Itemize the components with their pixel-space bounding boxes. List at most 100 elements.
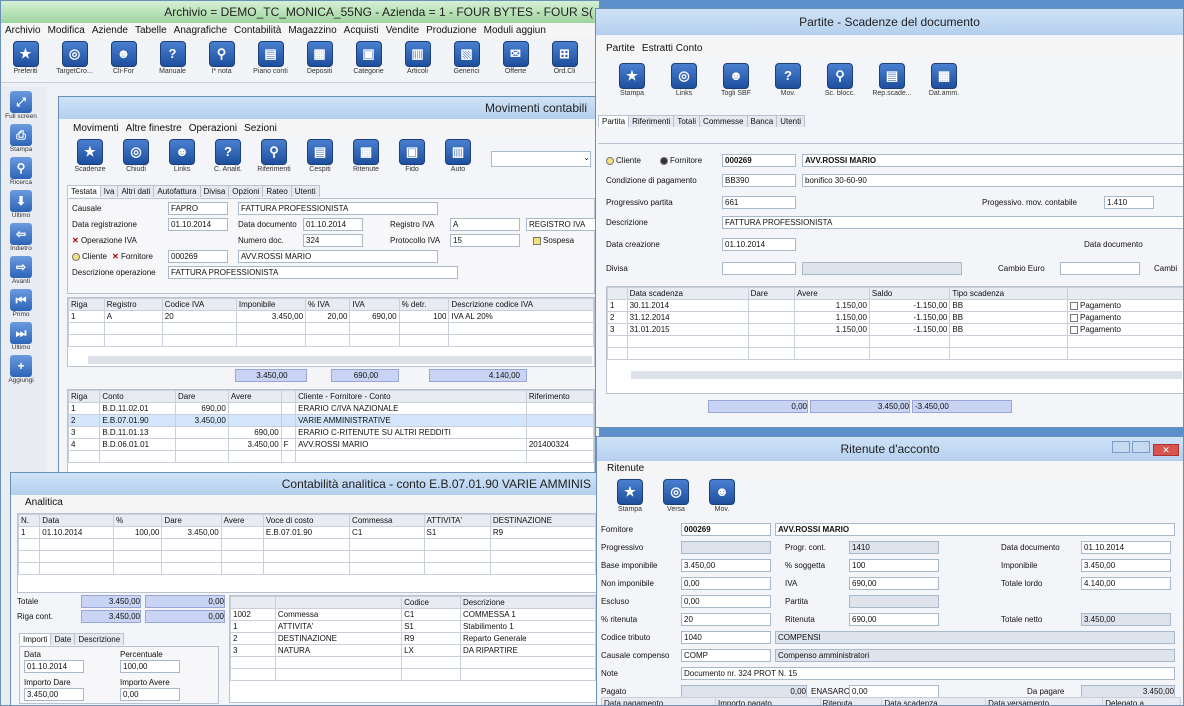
- side-button[interactable]: ⬇ Ultimo: [1, 190, 41, 219]
- analitica-menu[interactable]: Analitica: [11, 495, 597, 511]
- column-header[interactable]: N.: [17, 514, 41, 527]
- num-doc-field[interactable]: 324: [303, 234, 363, 247]
- column-header[interactable]: [230, 596, 276, 609]
- data-doc-field[interactable]: 01.10.2014: [303, 218, 363, 231]
- column-header[interactable]: % IVA: [305, 298, 351, 311]
- toolbar-button[interactable]: ★ Stampa: [606, 63, 658, 99]
- column-header[interactable]: Data scadenza: [881, 697, 987, 705]
- cliente-radio[interactable]: Cliente: [606, 154, 641, 167]
- toolbar-button[interactable]: ▦ Ritenute: [343, 139, 389, 175]
- toolbar-button[interactable]: ▧ Generici: [442, 41, 491, 77]
- tab[interactable]: Banca: [746, 115, 778, 127]
- menu-item[interactable]: Partite: [606, 43, 635, 54]
- tab[interactable]: Date: [50, 633, 76, 645]
- column-header[interactable]: ATTIVITA': [423, 514, 491, 527]
- data-cre-field[interactable]: 01.10.2014: [722, 238, 796, 251]
- column-header[interactable]: Riga: [67, 390, 101, 403]
- fornitore-radio[interactable]: ✕ Fornitore: [112, 250, 153, 263]
- rit-fornitore-code[interactable]: 000269: [681, 523, 771, 536]
- imponibile-field[interactable]: 3.450,00: [1081, 559, 1171, 572]
- iva-scrollbar[interactable]: [88, 356, 592, 364]
- imp-avere-field[interactable]: 0,00: [120, 688, 180, 701]
- data-field[interactable]: 01.10.2014: [24, 660, 84, 673]
- tab[interactable]: Commesse: [699, 115, 748, 127]
- menu-item[interactable]: Contabilità: [234, 25, 281, 36]
- table-row[interactable]: 1 B.D.11.02.01 690,00 ERARIO C/IVA NAZIONAL…: [67, 402, 595, 415]
- column-header[interactable]: Codice IVA: [161, 298, 237, 311]
- column-header[interactable]: Dare: [747, 287, 795, 300]
- column-header[interactable]: Voce di costo: [262, 514, 351, 527]
- tab[interactable]: Testata: [67, 185, 101, 197]
- column-header[interactable]: Ritenuta: [819, 697, 883, 705]
- column-header[interactable]: Conto: [99, 390, 176, 403]
- sospesa-check[interactable]: Sospesa: [533, 234, 574, 247]
- cond-field[interactable]: BB390: [722, 174, 796, 187]
- menu-item[interactable]: Movimenti: [73, 123, 119, 134]
- cambio-field[interactable]: [1060, 262, 1140, 275]
- toolbar-button[interactable]: ◎ Chiudi: [113, 139, 159, 175]
- menu-item[interactable]: Tabelle: [135, 25, 167, 36]
- menu-item[interactable]: Moduli aggiun: [484, 25, 546, 36]
- perc-rit-field[interactable]: 20: [681, 613, 771, 626]
- ritenute-menu[interactable]: Ritenute: [597, 461, 1183, 477]
- maximize-icon[interactable]: [1132, 441, 1151, 453]
- menu-item[interactable]: Produzione: [426, 25, 477, 36]
- table-row[interactable]: 1002 Commessa C1 COMMESSA 1: [230, 608, 597, 621]
- column-header[interactable]: Imponibile: [235, 298, 307, 311]
- minimize-icon[interactable]: [1111, 441, 1130, 453]
- tab[interactable]: Opzioni: [228, 185, 264, 197]
- column-header[interactable]: Data pagamento: [600, 697, 717, 705]
- column-header[interactable]: Commessa: [349, 514, 425, 527]
- menu-item[interactable]: Aziende: [92, 25, 128, 36]
- side-button[interactable]: ⇨ Avanti: [1, 256, 41, 285]
- menu-item[interactable]: Operazioni: [189, 123, 237, 134]
- toolbar-button[interactable]: ⊞ Ord.Cli: [540, 41, 589, 77]
- tab[interactable]: Iva: [99, 185, 119, 197]
- column-header[interactable]: Importo pagato: [715, 697, 821, 705]
- side-button[interactable]: ⇦ Indietro: [1, 223, 41, 252]
- menu-item[interactable]: Modifica: [48, 25, 85, 36]
- column-header[interactable]: Riferimento: [525, 390, 595, 403]
- toolbar-button[interactable]: ◎ Versa: [653, 479, 699, 515]
- column-header[interactable]: IVA: [349, 298, 400, 311]
- cliente-radio[interactable]: Cliente: [72, 250, 107, 263]
- toolbar-button[interactable]: ★ Preferiti: [1, 41, 50, 77]
- tab[interactable]: Altri dati: [117, 185, 155, 197]
- side-button[interactable]: ⚲ Ricerca: [1, 157, 41, 186]
- menu-item[interactable]: Magazzino: [288, 25, 336, 36]
- toolbar-button[interactable]: ☻ Mov.: [699, 479, 745, 515]
- toolbar-button[interactable]: ? Manuale: [148, 41, 197, 77]
- perc-sogg-field[interactable]: 100: [849, 559, 939, 572]
- toolbar-button[interactable]: ☻ Togli SBF: [710, 63, 762, 99]
- column-header[interactable]: Descrizione: [459, 596, 597, 609]
- toolbar-button[interactable]: ▣ Categorie: [344, 41, 393, 77]
- menu-item[interactable]: Estratti Conto: [642, 43, 703, 54]
- tab[interactable]: Utenti: [776, 115, 806, 127]
- table-row[interactable]: 2 31.12.2014 1.150,00 -1.150,00 BB Pagamento: [607, 311, 1183, 324]
- toolbar-button[interactable]: ★ Stampa: [607, 479, 653, 515]
- toolbar-button[interactable]: ☻ Links: [159, 139, 205, 175]
- toolbar-button[interactable]: ▤ Piano conti: [246, 41, 295, 77]
- column-header[interactable]: Data versamento: [985, 697, 1104, 705]
- toolbar-button[interactable]: ? Mov.: [762, 63, 814, 99]
- toolbar-button[interactable]: ? C. Analit.: [205, 139, 251, 175]
- tab[interactable]: Partita: [598, 115, 630, 127]
- side-button[interactable]: ⏮ Primo: [1, 289, 41, 318]
- column-header[interactable]: Avere: [227, 390, 282, 403]
- side-button[interactable]: ⤢ Full screen: [1, 91, 41, 120]
- pagamento-checkbox[interactable]: [1070, 325, 1078, 334]
- table-row[interactable]: 3 B.D.11.01.13 690,00 ERARIO C-RITENUTE SU …: [67, 426, 595, 439]
- side-button[interactable]: ⏭ Ultimo: [1, 322, 41, 351]
- column-header[interactable]: Dare: [174, 390, 229, 403]
- column-header[interactable]: Riga: [68, 298, 105, 311]
- menu-item[interactable]: Vendite: [386, 25, 419, 36]
- table-row[interactable]: 3 31.01.2015 1.150,00 -1.150,00 BB Pagamento: [607, 323, 1183, 336]
- tab[interactable]: Importi: [19, 633, 52, 645]
- protocollo-field[interactable]: 15: [450, 234, 520, 247]
- tab[interactable]: Rateo: [262, 185, 292, 197]
- ritenuta-field[interactable]: 690,00: [849, 613, 939, 626]
- rit-iva-field[interactable]: 690,00: [849, 577, 939, 590]
- column-header[interactable]: [280, 390, 297, 403]
- table-row[interactable]: 4 B.D.06.01.01 3.450,00 F AVV.ROSSI MARIO 201…: [67, 438, 595, 451]
- registro-field[interactable]: A: [450, 218, 520, 231]
